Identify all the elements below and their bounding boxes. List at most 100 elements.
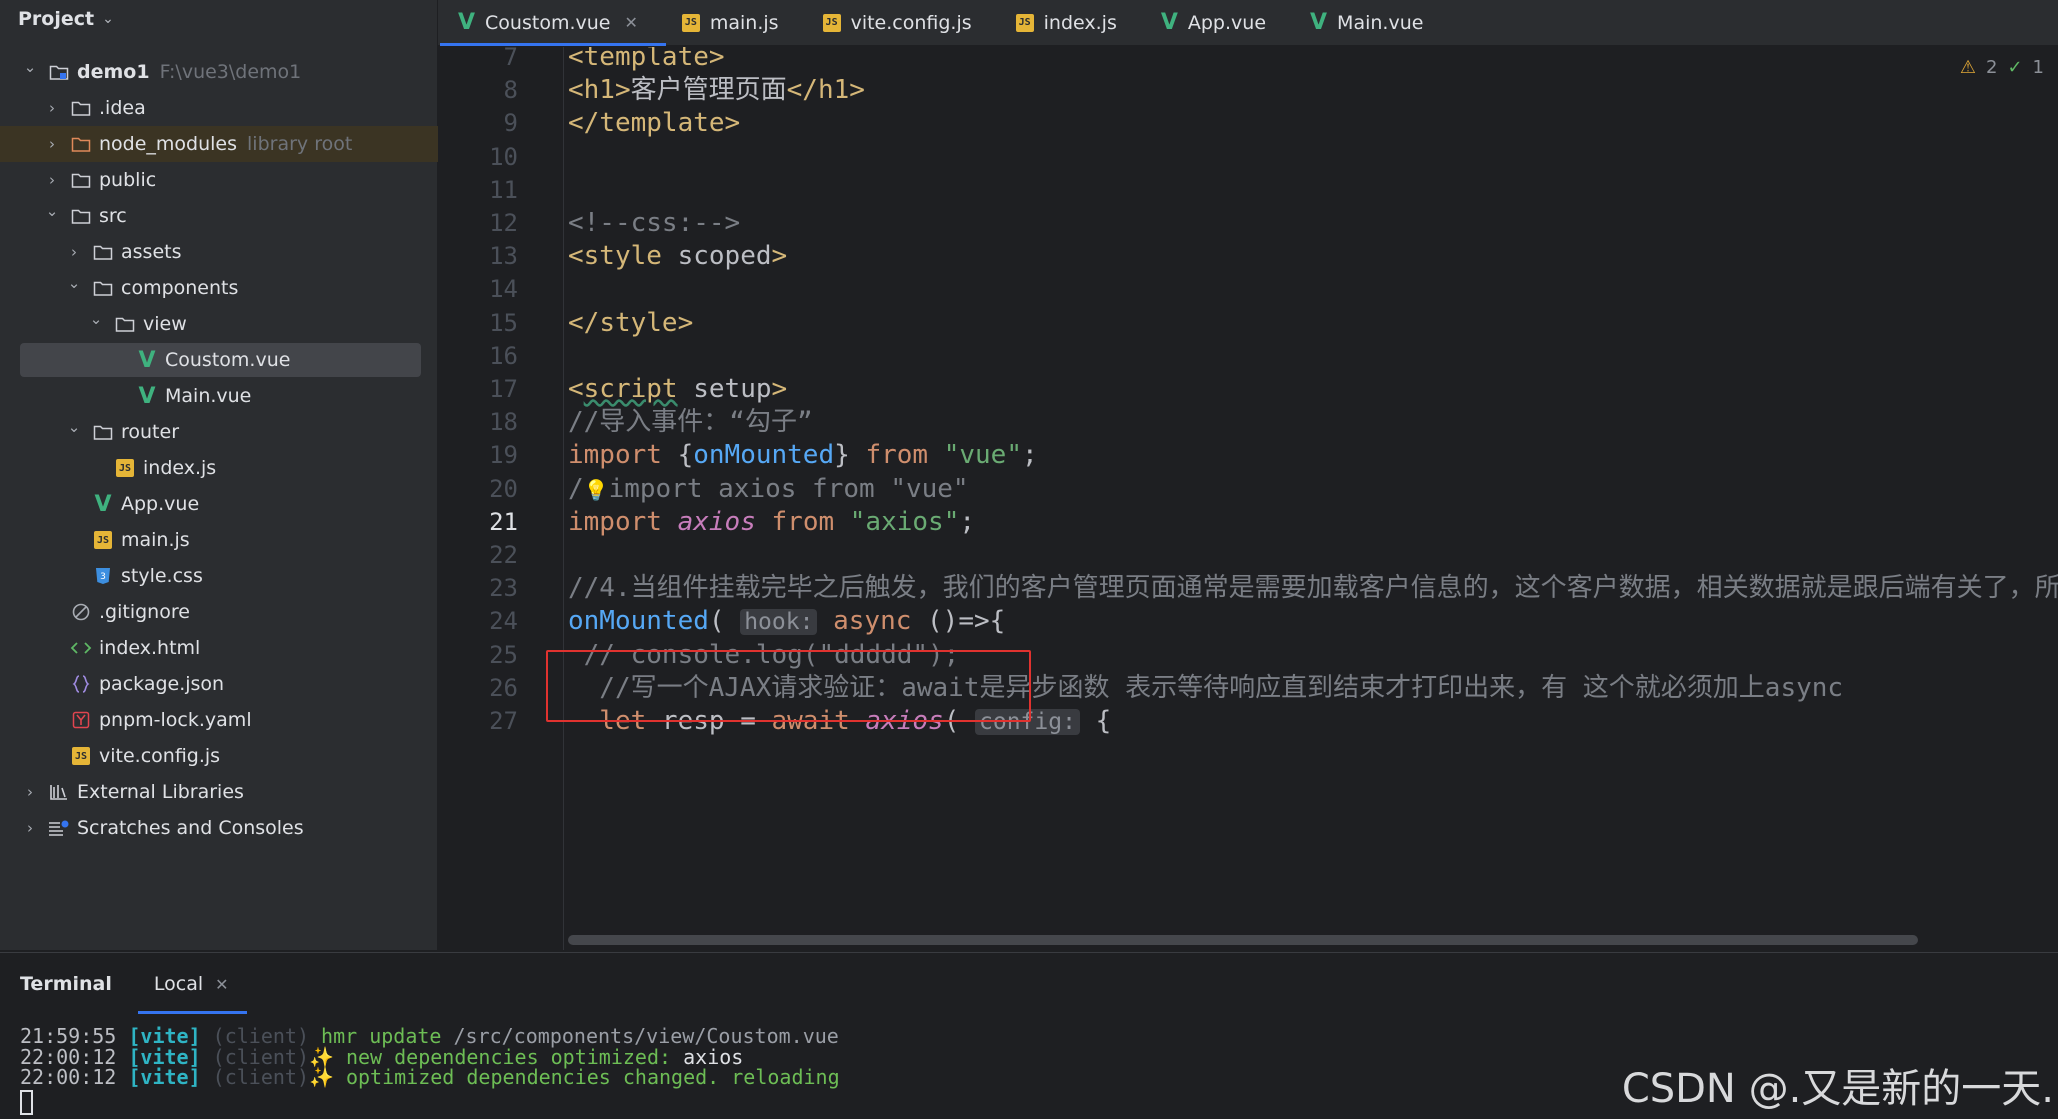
css-file-icon: 3 (92, 565, 114, 587)
chevron-right-icon[interactable]: › (42, 99, 62, 117)
chevron-down-icon: ⌄ (102, 11, 114, 27)
tree-item-pnpm-lock-yaml[interactable]: ›pnpm-lock.yaml (0, 702, 438, 738)
code-token: from (865, 440, 944, 470)
tree-item-label: demo1 (77, 61, 150, 83)
tree-item-label: src (99, 205, 127, 227)
terminal-tab-label: Local (153, 973, 204, 995)
chevron-down-icon[interactable]: ⌄ (64, 274, 84, 292)
tree-item-package-json[interactable]: ›package.json (0, 666, 438, 702)
terminal-time: 22:00:12 (20, 1065, 117, 1090)
tree-item-index-js[interactable]: ›JSindex.js (0, 450, 438, 486)
chevron-right-icon[interactable]: › (64, 243, 84, 261)
js-file-icon: JS (116, 459, 134, 477)
code-line[interactable]: </template> (568, 102, 740, 145)
code-token: < (568, 241, 584, 271)
code-token: { (677, 440, 694, 470)
code-token: style (599, 308, 678, 338)
tree-item-coustom-vue[interactable]: ›VCoustom.vue (0, 342, 438, 378)
tab-coustom-vue[interactable]: V Coustom.vue ✕ (440, 0, 666, 46)
annotation-highlight-box (546, 650, 1031, 722)
terminal-tab-local[interactable]: Local ✕ (137, 973, 247, 1014)
tree-item-app-vue[interactable]: ›VApp.vue (0, 486, 438, 522)
tree-item-style-css[interactable]: ›3style.css (0, 558, 438, 594)
js-file-icon: JS (94, 531, 112, 549)
js-file-icon: JS (822, 13, 841, 32)
tree-item-src[interactable]: ⌄ src (0, 198, 438, 234)
js-file-icon: JS (1015, 13, 1034, 32)
chevron-down-icon[interactable]: ⌄ (64, 418, 84, 436)
tab-label: vite.config.js (850, 11, 972, 34)
tree-item-gitignore[interactable]: ›.gitignore (0, 594, 438, 630)
tree-item-assets[interactable]: › assets (0, 234, 438, 270)
code-token: template (599, 108, 725, 138)
tab-label: Coustom.vue (485, 11, 611, 34)
project-sidebar: Project ⌄ ⌄ demo1 F:\vue3\demo1 › .idea › node… (0, 0, 438, 950)
chevron-right-icon[interactable]: › (20, 783, 40, 801)
vue-file-icon: V (138, 383, 156, 409)
project-title: Project (18, 8, 95, 30)
chevron-right-icon[interactable]: › (42, 135, 62, 153)
project-view-selector[interactable]: Project ⌄ (18, 4, 114, 34)
chevron-right-icon[interactable]: › (42, 171, 62, 189)
folder-icon (70, 97, 92, 119)
code-editor[interactable]: 7 8 9 10 11 12 13 14 15 16 17 18 19 20 21 22 23 24 25 26 27 … (438, 47, 2058, 950)
code-token: onMounted (693, 440, 835, 470)
tree-item-main-vue[interactable]: ›VMain.vue (0, 378, 438, 414)
tree-item-view[interactable]: ⌄ view (0, 306, 438, 342)
tree-item-vite-config-js[interactable]: ›JSvite.config.js (0, 738, 438, 774)
code-token: </h1> (786, 75, 865, 105)
tree-item-node-modules[interactable]: › node_modules library root (0, 126, 438, 162)
chevron-down-icon[interactable]: ⌄ (42, 202, 62, 220)
tree-item-main-js[interactable]: ›JSmain.js (0, 522, 438, 558)
tree-item-label: index.html (99, 637, 201, 659)
tree-item-label: router (121, 421, 180, 443)
code-token: > (724, 108, 741, 138)
lightbulb-icon: 💡 (583, 478, 609, 502)
horizontal-scrollbar[interactable] (568, 935, 1918, 945)
code-area[interactable]: <template> <h1>客户管理页面</h1> </template> <!--… (438, 47, 2058, 950)
parameter-hint: hook: (740, 609, 818, 635)
tree-item-label: vite.config.js (99, 745, 221, 767)
code-line[interactable]: </style> (568, 302, 693, 345)
folder-icon (70, 205, 92, 227)
code-token: > (677, 308, 694, 338)
tab-label: Main.vue (1337, 11, 1424, 34)
tree-item-demo1[interactable]: ⌄ demo1 F:\vue3\demo1 (0, 54, 438, 90)
code-token: import (568, 440, 678, 470)
chevron-down-icon[interactable]: ⌄ (86, 310, 106, 328)
tab-index-js[interactable]: JS index.js (1015, 0, 1137, 46)
tree-item-public[interactable]: › public (0, 162, 438, 198)
tree-item-components[interactable]: ⌄ components (0, 270, 438, 306)
line-number: 27 (489, 707, 518, 735)
tree-item-scratches-and-consoles[interactable]: › Scratches and Consoles (0, 810, 438, 846)
tree-item-external-libraries[interactable]: › External Libraries (0, 774, 438, 810)
tree-item-idea[interactable]: › .idea (0, 90, 438, 126)
vue-file-icon: V (1160, 10, 1178, 35)
code-line[interactable]: <style scoped> (568, 235, 787, 278)
tree-item-hint: library root (247, 133, 353, 155)
close-icon[interactable]: ✕ (624, 13, 637, 32)
chevron-down-icon[interactable]: ⌄ (20, 58, 40, 76)
ok-count: 1 (2032, 57, 2044, 78)
code-token: 客户管理页面 (630, 75, 787, 105)
code-token: onMounted (568, 606, 709, 636)
tree-item-router[interactable]: ⌄ router (0, 414, 438, 450)
tree-item-index-html[interactable]: ›index.html (0, 630, 438, 666)
tab-main-vue[interactable]: V Main.vue (1310, 0, 1443, 46)
tree-item-label: pnpm-lock.yaml (99, 709, 252, 731)
close-icon[interactable]: ✕ (215, 975, 228, 994)
tree-item-label: components (121, 277, 239, 299)
yaml-file-icon (70, 709, 92, 731)
tab-vite-config-js[interactable]: JS vite.config.js (822, 0, 992, 46)
code-line[interactable]: import axios from "axios"; (568, 501, 975, 544)
code-token: scoped (661, 241, 772, 271)
tab-main-js[interactable]: JS main.js (681, 0, 799, 46)
chevron-right-icon[interactable]: › (20, 819, 40, 837)
tree-item-label: Scratches and Consoles (77, 817, 304, 839)
code-token: axios (677, 507, 756, 537)
inspection-widget[interactable]: ⚠ 2 ✓ 1 (1960, 57, 2044, 78)
tree-item-label: package.json (99, 673, 225, 695)
tab-app-vue[interactable]: V App.vue (1161, 0, 1286, 46)
